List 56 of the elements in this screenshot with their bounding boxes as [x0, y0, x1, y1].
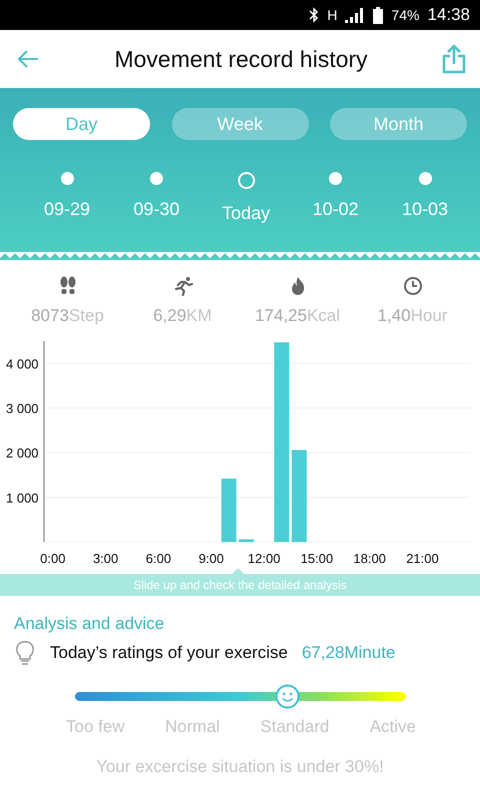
scale-label: Active	[370, 717, 416, 737]
stat-value: 174,25	[254, 306, 307, 326]
page-title: Movement record history	[114, 46, 368, 72]
y-tick-label: 4 000	[6, 356, 39, 372]
date-item[interactable]: 10-02	[296, 172, 376, 224]
bar	[238, 539, 254, 542]
date-item[interactable]: 09-30	[116, 172, 196, 224]
stat-unit: KM	[186, 306, 212, 326]
light-bulb-icon	[14, 640, 36, 666]
y-tick-label: 2 000	[6, 446, 39, 461]
battery-level: 74%	[391, 7, 420, 23]
x-tick-label: 21:00	[406, 551, 439, 566]
date-label: 10-03	[402, 199, 448, 220]
bar	[221, 478, 236, 542]
battery-icon	[373, 6, 384, 24]
x-tick-label: 18:00	[353, 551, 386, 566]
stat-unit: Step	[68, 306, 104, 326]
date-label: 09-29	[44, 199, 90, 220]
section-title: Analysis and advice	[14, 614, 166, 634]
date-label: Today	[222, 203, 270, 224]
date-item[interactable]: Today	[206, 172, 286, 224]
rating-label: Today’s ratings of your exercise	[50, 643, 288, 663]
x-tick-label: 15:00	[300, 551, 334, 566]
date-item[interactable]: 10-03	[385, 172, 465, 224]
date-item[interactable]: 09-29	[27, 172, 107, 224]
slide-up-hint[interactable]: Slide up and check the detailed analysis	[0, 574, 480, 596]
stat-value: 1,40	[378, 306, 411, 326]
back-icon[interactable]	[16, 49, 40, 69]
y-tick-label: 3 000	[6, 401, 39, 416]
x-tick-label: 3:00	[92, 551, 118, 566]
bluetooth-icon	[309, 7, 320, 23]
x-tick-label: 6:00	[146, 551, 172, 566]
stat-unit: Kcal	[306, 306, 340, 326]
date-label: 10-02	[312, 199, 359, 220]
x-tick-label: 0:00	[40, 551, 66, 566]
date-label: 09-30	[133, 199, 180, 220]
period-tab[interactable]: Week	[172, 108, 308, 140]
x-tick-label: 12:00	[248, 551, 280, 566]
clock-icon	[402, 276, 422, 296]
x-tick-label: 9:00	[198, 551, 224, 566]
scale-label: Standard	[260, 717, 330, 737]
status-message: Your excercise situation is under 30%!	[95, 757, 385, 777]
stat-unit: Hour	[410, 306, 448, 326]
rating-value: 67,28Minute	[302, 643, 396, 663]
scale-label: Too few	[66, 717, 125, 737]
share-icon[interactable]	[442, 44, 466, 74]
stat-value: 8073	[31, 306, 69, 326]
footprints-icon	[58, 276, 78, 296]
period-tab[interactable]: Day	[13, 108, 150, 140]
signal-icon	[345, 7, 366, 23]
scale-label: Normal	[165, 717, 220, 737]
period-tab[interactable]: Month	[330, 108, 467, 140]
clock: 14:38	[427, 5, 470, 25]
y-tick-label: 1 000	[6, 490, 39, 506]
network-type: H	[327, 7, 338, 23]
stat-value: 6,29	[153, 306, 186, 326]
